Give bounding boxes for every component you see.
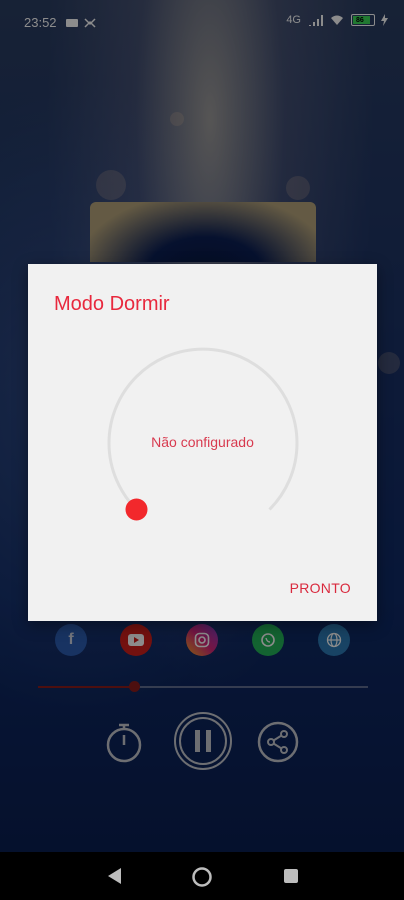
home-icon[interactable] [191, 866, 213, 888]
recents-icon[interactable] [283, 868, 299, 884]
dial-track [107, 347, 299, 511]
done-button[interactable]: PRONTO [290, 580, 351, 596]
dial-thumb[interactable] [125, 498, 148, 521]
navigation-bar [0, 852, 404, 900]
timer-status: Não configurado [151, 434, 254, 450]
back-icon[interactable] [105, 866, 123, 886]
sleep-mode-dialog: Modo Dormir Não configurado PRONTO [28, 264, 377, 621]
dialog-title: Modo Dormir [54, 293, 170, 315]
